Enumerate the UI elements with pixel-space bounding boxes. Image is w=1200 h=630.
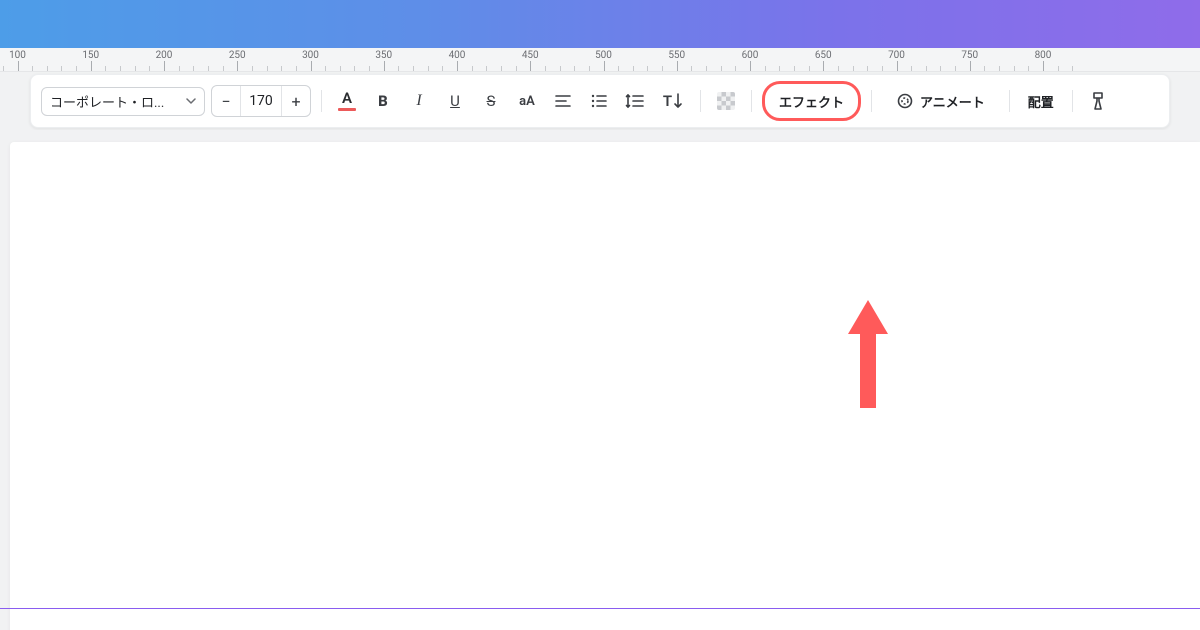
separator [1009,90,1010,112]
format-painter-icon [1089,91,1107,111]
ruler-tick-label: 450 [522,50,539,61]
ruler-tick-label: 400 [449,50,466,61]
italic-button[interactable]: I [404,86,434,116]
app-header-gradient [0,0,1200,48]
annotation-arrow-icon [843,300,893,420]
italic-icon: I [416,92,421,110]
ruler-tick-label: 750 [961,50,978,61]
align-icon [554,92,572,110]
horizontal-ruler: 100 150 200 250 300 350 400 450 500 550 600 650 700 7… [0,48,1200,72]
ruler-tick-label: 150 [82,50,99,61]
animate-button[interactable]: アニメート [882,85,999,117]
ruler-tick-label: 700 [888,50,905,61]
ruler-tick-label: 500 [595,50,612,61]
letter-case-button[interactable]: aA [512,86,542,116]
underline-icon: U [450,92,460,110]
vertical-text-icon: T [663,92,683,110]
font-size-increase-button[interactable]: + [282,86,310,116]
underline-button[interactable]: U [440,86,470,116]
separator [751,90,752,112]
bold-button[interactable]: B [368,86,398,116]
ruler-tick-label: 600 [742,50,759,61]
vertical-text-button[interactable]: T [656,86,690,116]
position-button[interactable]: 配置 [1020,85,1062,117]
font-size-value[interactable]: 170 [240,86,282,116]
ruler-tick-label: 650 [815,50,832,61]
ruler-tick-label: 200 [156,50,173,61]
text-color-a-icon: A [342,91,352,106]
transparency-button[interactable] [711,86,741,116]
separator [321,90,322,112]
canvas-area[interactable]: 敵底比お [0,130,1200,630]
ruler-tick-label: 100 [9,50,26,61]
list-button[interactable] [584,86,614,116]
font-size-decrease-button[interactable]: − [212,86,240,116]
ruler-tick-label: 350 [375,50,392,61]
line-spacing-button[interactable] [620,86,650,116]
animate-label: アニメート [920,92,985,111]
ruler-tick-label: 300 [302,50,319,61]
ruler-tick-label: 550 [668,50,685,61]
strikethrough-icon: S [487,92,496,110]
design-canvas[interactable] [10,142,1200,630]
separator [871,90,872,112]
toolbar-container: コーポレート・ロ... − 170 + A B I U S aA [0,72,1200,130]
bold-icon: B [378,92,388,110]
separator [700,90,701,112]
text-selection-frame[interactable]: 敵底比お [0,608,1200,630]
strikethrough-button[interactable]: S [476,86,506,116]
font-family-select[interactable]: コーポレート・ロ... [41,87,205,116]
animate-icon [896,92,914,110]
effects-button-highlight: エフェクト [762,81,861,121]
chevron-down-icon [186,96,196,106]
letter-case-icon: aA [519,94,535,109]
list-icon [590,92,608,110]
transparency-icon [717,92,735,110]
font-size-stepper: − 170 + [211,85,311,117]
ruler-tick-label: 250 [229,50,246,61]
line-spacing-icon [625,92,645,110]
text-color-swatch [338,108,356,111]
text-color-button[interactable]: A [332,86,362,116]
text-align-button[interactable] [548,86,578,116]
format-painter-button[interactable] [1083,86,1113,116]
effects-label: エフェクト [779,92,844,111]
effects-button[interactable]: エフェクト [779,85,844,117]
position-label: 配置 [1028,92,1054,111]
separator [1072,90,1073,112]
font-family-label: コーポレート・ロ... [50,92,182,111]
text-toolbar: コーポレート・ロ... − 170 + A B I U S aA [30,74,1170,128]
ruler-tick-label: 800 [1035,50,1052,61]
